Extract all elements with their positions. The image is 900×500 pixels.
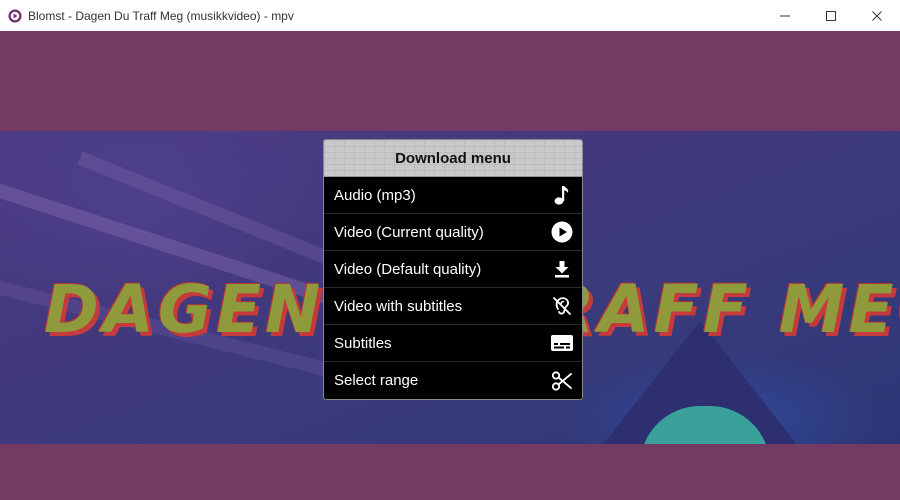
play-circle-icon (550, 220, 574, 244)
subtitles-icon (550, 331, 574, 355)
download-menu: Download menu Audio (mp3) Video (Current… (323, 139, 583, 400)
close-icon (872, 10, 882, 21)
window-title: Blomst - Dagen Du Traff Meg (musikkvideo… (28, 8, 294, 23)
minimize-icon (780, 15, 790, 16)
menu-item-audio-mp3[interactable]: Audio (mp3) (324, 177, 582, 214)
menu-item-label: Subtitles (334, 334, 392, 352)
mpv-window: Blomst - Dagen Du Traff Meg (musikkvideo… (0, 0, 900, 500)
menu-item-label: Video (Default quality) (334, 260, 482, 278)
menu-item-label: Audio (mp3) (334, 186, 416, 204)
download-menu-header: Download menu (324, 140, 582, 177)
hearing-disabled-icon (550, 294, 574, 318)
title-bar: Blomst - Dagen Du Traff Meg (musikkvideo… (0, 0, 900, 31)
menu-item-label: Video with subtitles (334, 297, 463, 315)
menu-item-select-range[interactable]: Select range (324, 362, 582, 399)
maximize-button[interactable] (808, 0, 854, 31)
video-area[interactable]: DAGEN DU TRAFF MEG Download menu Audio (… (0, 31, 900, 500)
mpv-icon (8, 9, 22, 23)
maximize-icon (826, 10, 836, 21)
download-icon (550, 257, 574, 281)
menu-item-subtitles[interactable]: Subtitles (324, 325, 582, 362)
scissors-icon (550, 369, 574, 393)
menu-item-label: Select range (334, 372, 419, 389)
menu-item-label: Video (Current quality) (334, 223, 484, 241)
window-controls (762, 0, 900, 31)
menu-item-video-with-subtitles[interactable]: Video with subtitles (324, 288, 582, 325)
close-button[interactable] (854, 0, 900, 31)
menu-item-video-current-quality[interactable]: Video (Current quality) (324, 214, 582, 251)
menu-item-video-default-quality[interactable]: Video (Default quality) (324, 251, 582, 288)
music-note-icon (550, 183, 574, 207)
minimize-button[interactable] (762, 0, 808, 31)
